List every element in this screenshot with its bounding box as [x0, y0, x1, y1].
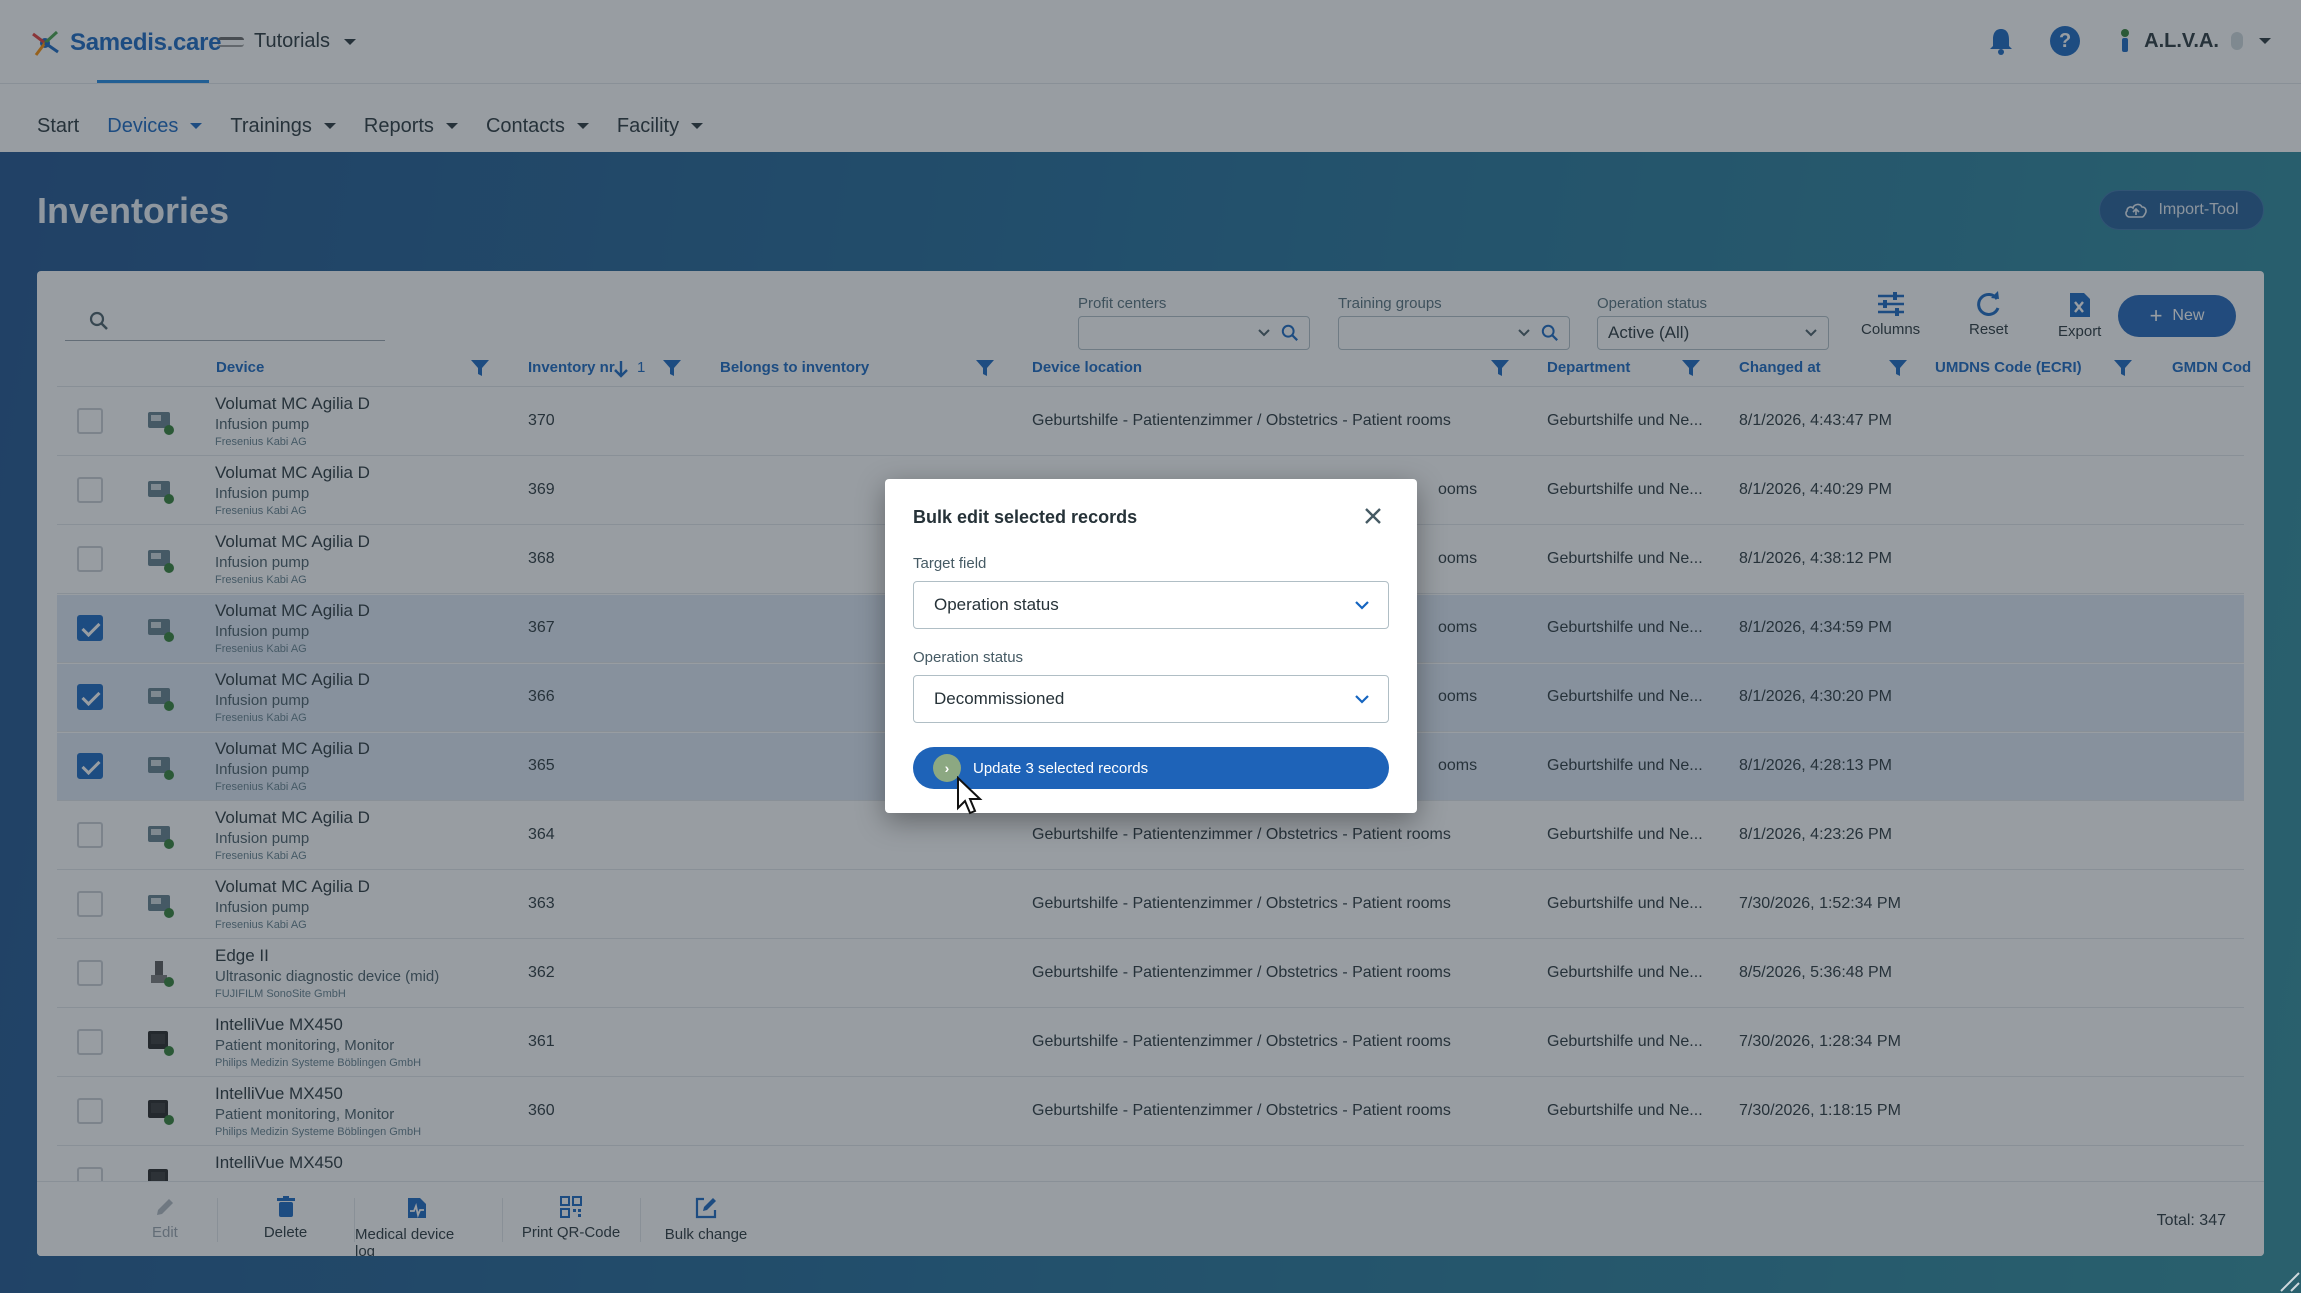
mouse-cursor-icon: [957, 776, 983, 815]
close-icon[interactable]: [1360, 503, 1386, 529]
chevron-down-icon: [1355, 695, 1369, 704]
operation-status-field-label: Operation status: [913, 649, 1024, 666]
target-field-value: Operation status: [934, 595, 1059, 614]
update-records-label: Update 3 selected records: [973, 759, 1149, 777]
target-field-label: Target field: [913, 555, 987, 572]
chevron-down-icon: [1355, 601, 1369, 610]
target-field-select[interactable]: Operation status: [913, 581, 1389, 629]
dialog-title: Bulk edit selected records: [913, 507, 1138, 527]
operation-status-field-select[interactable]: Decommissioned: [913, 675, 1389, 723]
operation-status-field-value: Decommissioned: [934, 689, 1065, 708]
bulk-edit-dialog: Bulk edit selected records Target field …: [885, 479, 1417, 813]
resize-corner-icon: [2280, 1272, 2300, 1292]
update-records-button[interactable]: › Update 3 selected records: [913, 747, 1389, 789]
